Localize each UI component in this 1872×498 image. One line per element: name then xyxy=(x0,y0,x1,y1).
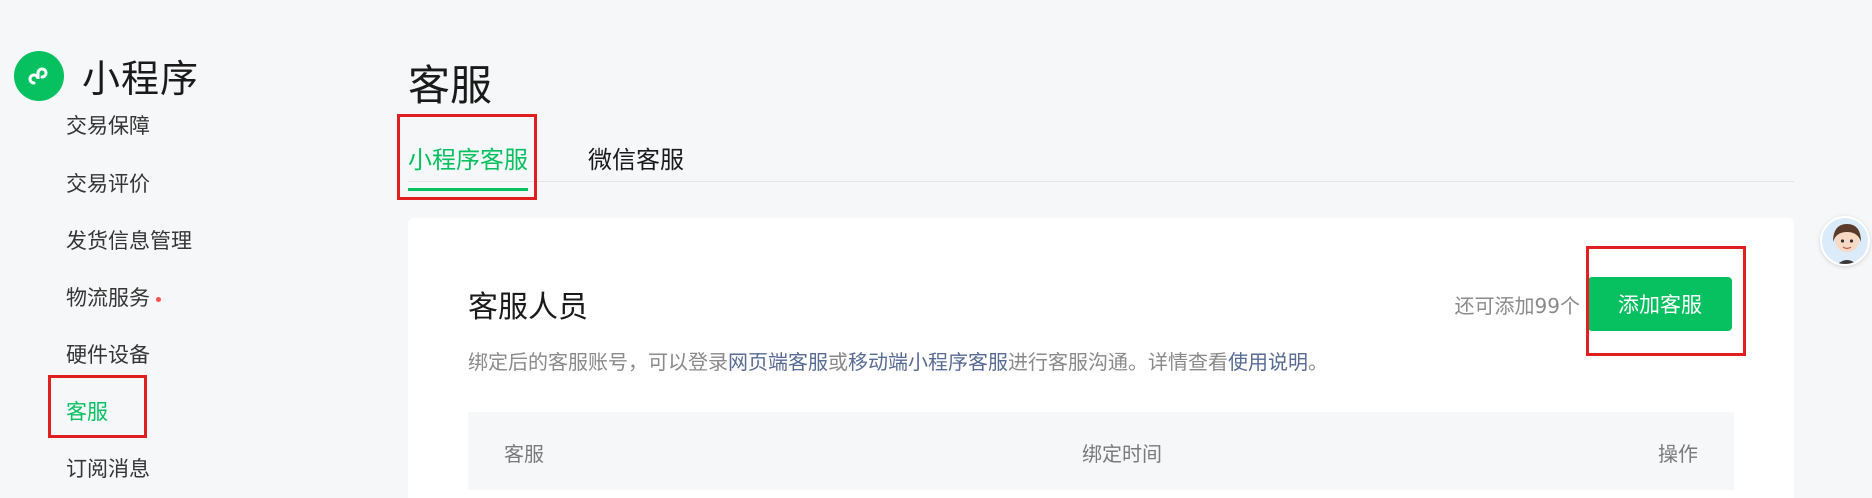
active-tab-indicator xyxy=(408,188,528,191)
sidebar-item-trade-guarantee[interactable]: 交易保障 xyxy=(66,96,150,136)
add-service-button[interactable]: 添加客服 xyxy=(1588,277,1732,331)
sidebar-item-label: 交易保障 xyxy=(66,114,150,136)
column-header-bind-time: 绑定时间 xyxy=(1082,442,1162,466)
sidebar-item-label: 发货信息管理 xyxy=(66,229,192,253)
table-header: 客服 绑定时间 操作 xyxy=(468,412,1734,490)
desc-text: 或 xyxy=(828,350,848,374)
service-staff-card: 客服人员 还可添加99个 添加客服 绑定后的客服账号，可以登录网页端客服或移动端… xyxy=(408,218,1794,498)
sidebar-item-label: 交易评价 xyxy=(66,172,150,196)
tab-bar: 小程序客服 微信客服 xyxy=(408,130,1794,191)
app-logo[interactable]: 小程序 xyxy=(14,48,199,103)
column-header-actions: 操作 xyxy=(1658,442,1698,466)
app-name: 小程序 xyxy=(82,57,200,101)
section-description: 绑定后的客服账号，可以登录网页端客服或移动端小程序客服进行客服沟通。详情查看使用… xyxy=(468,346,1328,375)
sidebar-item-customer-service[interactable]: 客服 xyxy=(66,396,108,426)
sidebar-item-trade-review[interactable]: 交易评价 xyxy=(66,168,150,198)
tab-mini-program-service[interactable]: 小程序客服 xyxy=(408,140,528,191)
mobile-service-link[interactable]: 移动端小程序客服 xyxy=(848,350,1008,374)
sidebar-item-label: 硬件设备 xyxy=(66,343,150,367)
remaining-quota: 还可添加99个 xyxy=(1454,294,1580,318)
column-header-service: 客服 xyxy=(504,442,544,466)
desc-text: 进行客服沟通。详情查看 xyxy=(1008,350,1228,374)
sidebar-item-label: 订阅消息 xyxy=(66,457,150,481)
desc-text: 。 xyxy=(1308,350,1328,374)
sidebar-item-label: 物流服务 xyxy=(66,286,150,310)
sidebar-item-logistics[interactable]: 物流服务 xyxy=(66,282,161,312)
mini-program-icon xyxy=(14,50,64,101)
tab-label: 微信客服 xyxy=(588,146,684,174)
web-service-link[interactable]: 网页端客服 xyxy=(728,350,828,374)
help-link[interactable]: 使用说明 xyxy=(1228,350,1308,374)
sidebar-item-shipping-info[interactable]: 发货信息管理 xyxy=(66,225,192,255)
notification-dot xyxy=(156,296,161,302)
desc-text: 绑定后的客服账号，可以登录 xyxy=(468,350,728,374)
tab-label: 小程序客服 xyxy=(408,146,528,174)
sidebar-item-subscription[interactable]: 订阅消息 xyxy=(66,453,150,483)
sidebar-item-hardware[interactable]: 硬件设备 xyxy=(66,339,150,369)
avatar-icon xyxy=(1833,224,1861,264)
sidebar-item-label: 客服 xyxy=(66,400,108,424)
tab-wechat-service[interactable]: 微信客服 xyxy=(588,140,684,175)
assistant-avatar[interactable] xyxy=(1820,216,1870,266)
section-title: 客服人员 xyxy=(468,290,588,325)
page-title: 客服 xyxy=(408,61,493,110)
